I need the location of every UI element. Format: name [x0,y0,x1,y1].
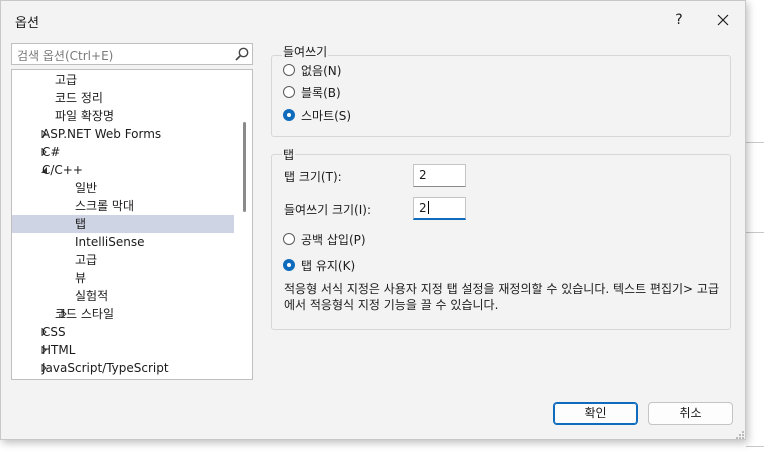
tree-item[interactable]: 코드 정리 [12,89,234,107]
indent-size-label: 들여쓰기 크기(I): [284,203,372,217]
radio-circle-checked [283,109,295,121]
tree-item[interactable]: 일반 [12,179,234,197]
radio-label: 블록(B) [301,86,341,100]
tree-item-label: HTML [42,343,76,357]
tree-item-label: 뷰 [75,271,87,285]
tree-item-label: 고급 [75,253,98,267]
tree-item[interactable]: 코드 스타일 [12,305,234,323]
radio-circle [283,86,295,98]
options-tree[interactable]: JavaScript/TypeScript HTML CSS 코드 스타일 실험적 뷰 고급… [11,69,253,380]
tree-item-label: 탭 [75,217,87,231]
tree-item-label: 스크롤 막대 [75,199,135,213]
search-icon [235,47,249,61]
radio-circle-checked [283,259,295,271]
close-button[interactable] [711,8,735,32]
tree-item-label: 고급 [55,73,78,87]
close-icon [717,14,729,26]
tree-item[interactable]: 탭 [12,215,234,233]
tree-item-label: CSS [42,325,66,339]
tree-item[interactable]: 고급 [12,251,234,269]
tabs-group-title: 탭 [282,146,296,163]
ok-button[interactable]: 확인 [553,402,638,425]
tree-item-label: 일반 [75,181,98,195]
scrollbar-thumb[interactable] [243,122,246,212]
tab-size-value: 2 [419,168,427,182]
tree-item-label: 파일 확장명 [55,109,115,123]
tree-item[interactable]: CSS [12,323,234,341]
tree-item[interactable]: ASP.NET Web Forms [12,125,234,143]
cancel-button[interactable]: 취소 [648,402,733,425]
indenting-group-title: 들여쓰기 [282,43,329,60]
adaptive-formatting-note: 적응형 서식 지정은 사용자 지정 탭 설정을 재정의할 수 있습니다. 텍스트… [284,282,720,312]
search-placeholder: 검색 옵션(Ctrl+E) [17,49,114,63]
radio-label: 공백 삽입(P) [301,233,366,247]
help-button[interactable]: ? [667,8,691,32]
dialog-title: 옵션 [15,16,39,31]
tree-scrollbar[interactable] [240,72,248,377]
tree-item-label: 실험적 [75,289,109,303]
tree-item[interactable]: 실험적 [12,287,234,305]
resize-grip-icon[interactable] [735,430,745,440]
tree-item[interactable]: IntelliSense [12,233,234,251]
tree-item[interactable]: 고급 [12,71,234,89]
tree-item[interactable]: HTML [12,341,234,359]
tree-item[interactable]: C/C++ [12,161,234,179]
tree-item[interactable]: C# [12,143,234,161]
tree-item[interactable]: JavaScript/TypeScript [12,359,234,377]
tab-size-label: 탭 크기(T): [284,170,342,184]
indent-size-value: 2 [419,201,427,215]
tree-item-label: 코드 정리 [55,91,103,105]
indent-size-input[interactable]: 2 [413,197,466,220]
tree-item[interactable]: 뷰 [12,269,234,287]
tab-size-input[interactable]: 2 [413,164,466,187]
background-line [746,446,764,447]
tree-item-label: 코드 스타일 [55,307,115,321]
title-bar: 옵션 ? [1,1,745,39]
cancel-button-label: 취소 [679,406,702,420]
background-line [746,142,764,143]
radio-circle [283,64,295,76]
radio-label: 없음(N) [301,64,342,78]
tree-item-label: C# [42,145,61,159]
text-caret [427,201,429,214]
tree-item-label: JavaScript/TypeScript [42,361,169,375]
help-label: ? [675,12,683,28]
ok-button-label: 확인 [584,406,607,420]
tree-item-label: ASP.NET Web Forms [42,127,162,141]
search-input[interactable]: 검색 옵션(Ctrl+E) [11,43,253,65]
radio-label: 탭 유지(K) [301,259,356,273]
tree-item[interactable]: 파일 확장명 [12,107,234,125]
tree-item-label: C/C++ [42,163,83,177]
tree-item[interactable]: 스크롤 막대 [12,197,234,215]
tree-item-label: IntelliSense [75,235,145,249]
radio-circle [283,233,295,245]
background-line [746,232,764,233]
radio-label: 스마트(S) [301,109,352,123]
